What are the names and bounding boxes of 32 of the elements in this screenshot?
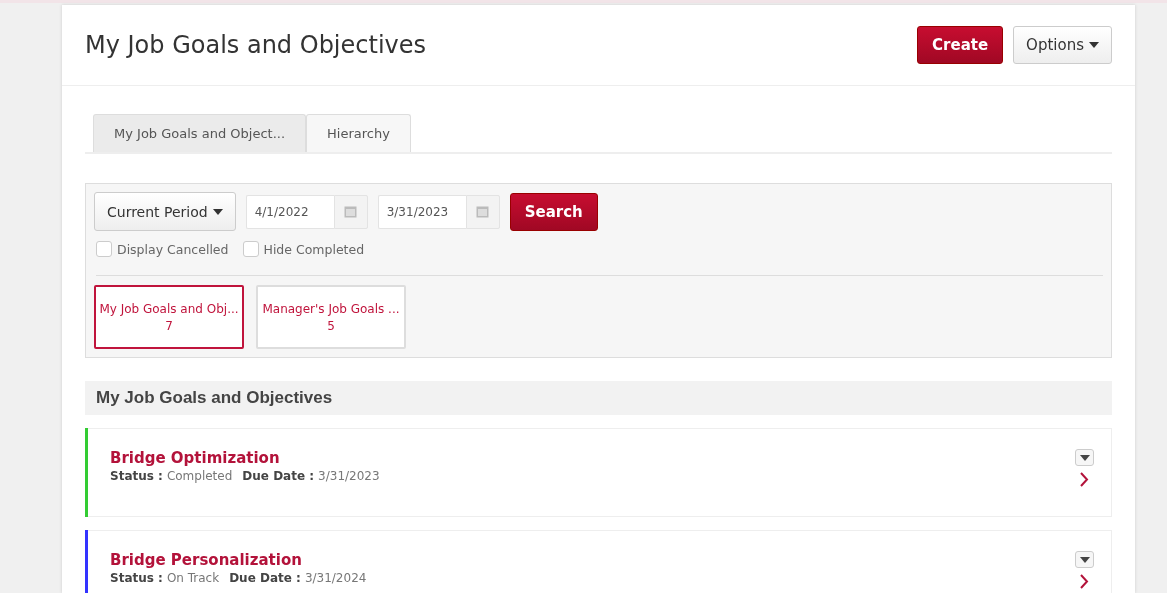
status-value: On Track (166, 571, 220, 585)
chevron-right-icon[interactable] (1080, 472, 1089, 487)
checkbox-label: Display Cancelled (117, 241, 229, 257)
due-date-label: Due Date : (229, 571, 301, 585)
status-value: Completed (166, 469, 233, 483)
section-header: My Job Goals and Objectives (85, 381, 1112, 415)
start-date-field[interactable]: 4/1/2022 (245, 194, 334, 229)
end-date-field[interactable]: 3/31/2023 (377, 194, 466, 229)
tab[interactable]: My Job Goals and Object... (93, 114, 307, 152)
goal-title[interactable]: Bridge Personalization (110, 551, 373, 569)
due-date-value: 3/31/2023 (318, 469, 380, 483)
category-tile[interactable]: My Job Goals and Obj... 7 (94, 285, 244, 349)
due-date-label: Due Date : (242, 469, 315, 483)
create-button[interactable]: Create (917, 26, 1004, 64)
page-title: My Job Goals and Objectives (85, 31, 427, 59)
due-date-value: 3/31/2024 (304, 571, 367, 585)
chevron-right-icon[interactable] (1080, 574, 1089, 589)
search-button[interactable]: Search (509, 192, 598, 231)
checkbox[interactable] (242, 241, 259, 257)
status-label: Status : (110, 571, 163, 585)
dropdown-button[interactable] (1075, 551, 1094, 568)
caret-icon (1079, 556, 1090, 563)
period-dropdown[interactable]: Current Period (94, 192, 236, 231)
checkbox[interactable] (96, 241, 112, 257)
caret-icon (1079, 454, 1090, 461)
tab[interactable]: Hierarchy (306, 114, 411, 152)
goal-title[interactable]: Bridge Optimization (110, 449, 386, 467)
dropdown-button[interactable] (1075, 449, 1094, 466)
category-tile[interactable]: Manager's Job Goals ... 5 (256, 285, 406, 349)
checkbox-label: Hide Completed (263, 241, 365, 257)
options-button[interactable]: Options (1013, 26, 1112, 64)
status-label: Status : (110, 469, 163, 483)
